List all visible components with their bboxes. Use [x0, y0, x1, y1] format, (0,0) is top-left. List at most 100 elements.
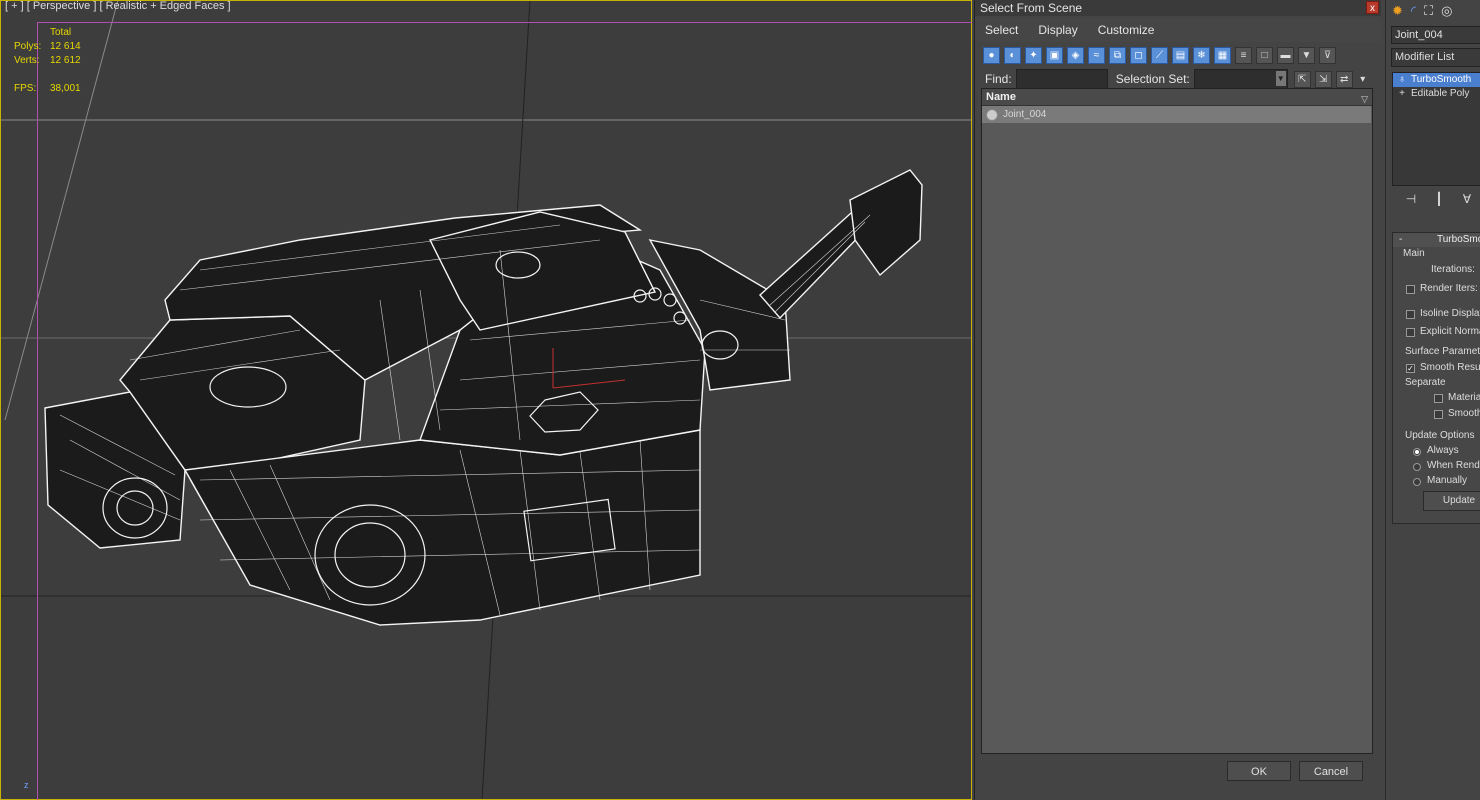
stack-item-turbosmooth[interactable]: ♁ TurboSmooth [1393, 73, 1480, 87]
iterations-label: Iterations: [1431, 264, 1475, 275]
hidden-filter-icon[interactable]: ▦ [1214, 46, 1231, 64]
main-group-label: Main [1403, 248, 1425, 259]
make-unique-icon[interactable]: ∀ [1456, 192, 1478, 206]
viewport-statistics: Total Polys: 12 614 Verts: 12 612 FPS: 38,0… [14, 26, 100, 96]
display-invert-icon[interactable]: ▬ [1277, 46, 1294, 64]
frozen-filter-icon[interactable]: ❄ [1193, 46, 1210, 64]
safe-frame [37, 22, 972, 800]
stats-header: Total [50, 27, 72, 38]
fps-label: FPS: [14, 83, 37, 94]
select-invert-icon[interactable]: ⇄ [1335, 70, 1353, 88]
smoothing-groups-checkbox[interactable] [1434, 410, 1443, 419]
geometry-filter-icon[interactable]: ● [983, 46, 1000, 64]
shape-filter-icon[interactable]: ◐ [1004, 46, 1021, 64]
pin-stack-icon[interactable]: ⊣ [1400, 192, 1422, 206]
explicit-normals-label: Explicit Normals [1420, 326, 1480, 337]
spacewarp-filter-icon[interactable]: ≈ [1088, 46, 1105, 64]
lightbulb-icon[interactable]: ♁ [1397, 73, 1407, 87]
stack-tools: ⊣ ┃ ∀ [1400, 192, 1480, 206]
polys-label: Polys: [14, 41, 42, 52]
stack-item-label: TurboSmooth [1411, 74, 1472, 85]
menu-display[interactable]: Display [1038, 23, 1077, 37]
axis-tripod-z-label: z [24, 780, 29, 790]
fps-value: 38,001 [50, 83, 81, 94]
group-filter-icon[interactable]: ⧉ [1109, 46, 1126, 64]
filter-toolbar: ● ◐ ✦ ▣ ◈ ≈ ⧉ ◻ ⟋ ▤ ❄ ▦ ≡ □ ▬ ▼ ⊽ [975, 44, 1381, 66]
perspective-viewport[interactable]: [ + ] [ Perspective ] [ Realistic + Edge… [0, 0, 972, 800]
turbosmooth-rollout: - TurboSmooth Main Iterations: Render Ite… [1392, 232, 1480, 524]
smooth-result-checkbox[interactable]: ✓ [1406, 364, 1415, 373]
filter-funnel-icon[interactable]: ▼ [1298, 46, 1315, 64]
when-rendering-label: When Rendering [1427, 460, 1480, 471]
manually-label: Manually [1427, 475, 1468, 486]
stack-item-editable-poly[interactable]: + Editable Poly [1393, 87, 1480, 101]
rollout-title[interactable]: - TurboSmooth [1393, 233, 1480, 247]
command-panel-tabs: ✹ ◜ ⛶ ◎ [1386, 0, 1480, 22]
object-name-field[interactable]: Joint_004 [1391, 26, 1480, 44]
separate-label: Separate [1405, 377, 1446, 388]
surface-params-label: Surface Parameters [1405, 346, 1480, 357]
close-icon[interactable]: x [1366, 1, 1379, 14]
display-all-icon[interactable]: ≡ [1235, 46, 1252, 64]
modify-tab-icon[interactable]: ◜ [1411, 3, 1416, 19]
xref-filter-icon[interactable]: ◻ [1130, 46, 1147, 64]
stack-item-label: Editable Poly [1411, 88, 1470, 99]
helper-filter-icon[interactable]: ◈ [1067, 46, 1084, 64]
display-none-icon[interactable]: □ [1256, 46, 1273, 64]
update-button[interactable]: Update [1423, 491, 1480, 511]
find-label: Find: [985, 72, 1012, 86]
render-iters-checkbox[interactable] [1406, 285, 1415, 294]
explicit-normals-checkbox[interactable] [1406, 328, 1415, 337]
sort-filter-icon[interactable]: ▽ [1361, 91, 1368, 107]
scene-object-list[interactable]: Name ▽ Joint_004 [981, 88, 1373, 754]
bone-filter-icon[interactable]: ⟋ [1151, 46, 1168, 64]
menu-select[interactable]: Select [985, 23, 1018, 37]
expand-plus-icon[interactable]: + [1397, 87, 1407, 101]
rollout-title-label: TurboSmooth [1437, 234, 1480, 245]
dialog-titlebar[interactable]: Select From Scene x [975, 0, 1381, 16]
materials-checkbox[interactable] [1434, 394, 1443, 403]
select-all-icon[interactable]: ⇱ [1293, 70, 1311, 88]
name-column-header[interactable]: Name ▽ [982, 89, 1372, 106]
when-rendering-radio[interactable] [1413, 463, 1421, 471]
modifier-stack[interactable]: ♁ TurboSmooth + Editable Poly [1392, 72, 1480, 186]
render-iters-label: Render Iters: [1420, 283, 1478, 294]
motion-tab-icon[interactable]: ◎ [1441, 3, 1452, 19]
chevron-down-icon[interactable]: ▼ [1275, 71, 1286, 86]
create-tab-icon[interactable]: ✹ [1392, 3, 1403, 19]
show-end-result-icon[interactable]: ┃ [1428, 192, 1450, 206]
find-input[interactable] [1015, 69, 1108, 89]
viewport-label[interactable]: [ + ] [ Perspective ] [ Realistic + Edge… [5, 0, 231, 12]
list-item[interactable]: Joint_004 [982, 106, 1371, 123]
list-item-name: Joint_004 [1003, 109, 1047, 120]
hierarchy-tab-icon[interactable]: ⛶ [1424, 3, 1433, 19]
options-arrow-icon[interactable]: ▾ [1357, 71, 1369, 88]
ok-button[interactable]: OK [1227, 761, 1291, 781]
filter-settings-icon[interactable]: ⊽ [1319, 46, 1336, 64]
cancel-button[interactable]: Cancel [1299, 761, 1363, 781]
dialog-menubar: Select Display Customize [975, 18, 1381, 42]
manually-radio[interactable] [1413, 478, 1421, 486]
isoline-label: Isoline Display [1420, 308, 1480, 319]
modifier-list-dropdown[interactable]: Modifier List [1391, 48, 1480, 67]
camera-filter-icon[interactable]: ▣ [1046, 46, 1063, 64]
materials-label: Materials [1448, 392, 1480, 403]
menu-customize[interactable]: Customize [1098, 23, 1155, 37]
verts-label: Verts: [14, 55, 40, 66]
polys-value: 12 614 [50, 41, 81, 52]
name-header-label: Name [986, 91, 1016, 103]
container-filter-icon[interactable]: ▤ [1172, 46, 1189, 64]
geometry-object-icon [986, 108, 998, 121]
select-none-icon[interactable]: ⇲ [1314, 70, 1332, 88]
collapse-icon[interactable]: - [1399, 233, 1402, 247]
always-radio[interactable] [1413, 448, 1421, 456]
smooth-result-label: Smooth Result [1420, 362, 1480, 373]
always-label: Always [1427, 445, 1459, 456]
command-panel: ✹ ◜ ⛶ ◎ Joint_004 Modifier List ♁ TurboSm… [1385, 0, 1480, 800]
selection-set-label: Selection Set: [1115, 72, 1190, 86]
light-filter-icon[interactable]: ✦ [1025, 46, 1042, 64]
isoline-checkbox[interactable] [1406, 310, 1415, 319]
dialog-title: Select From Scene [980, 1, 1083, 15]
selection-set-dropdown[interactable]: ▼ [1193, 69, 1288, 89]
dialog-button-bar: OK Cancel [975, 758, 1381, 800]
